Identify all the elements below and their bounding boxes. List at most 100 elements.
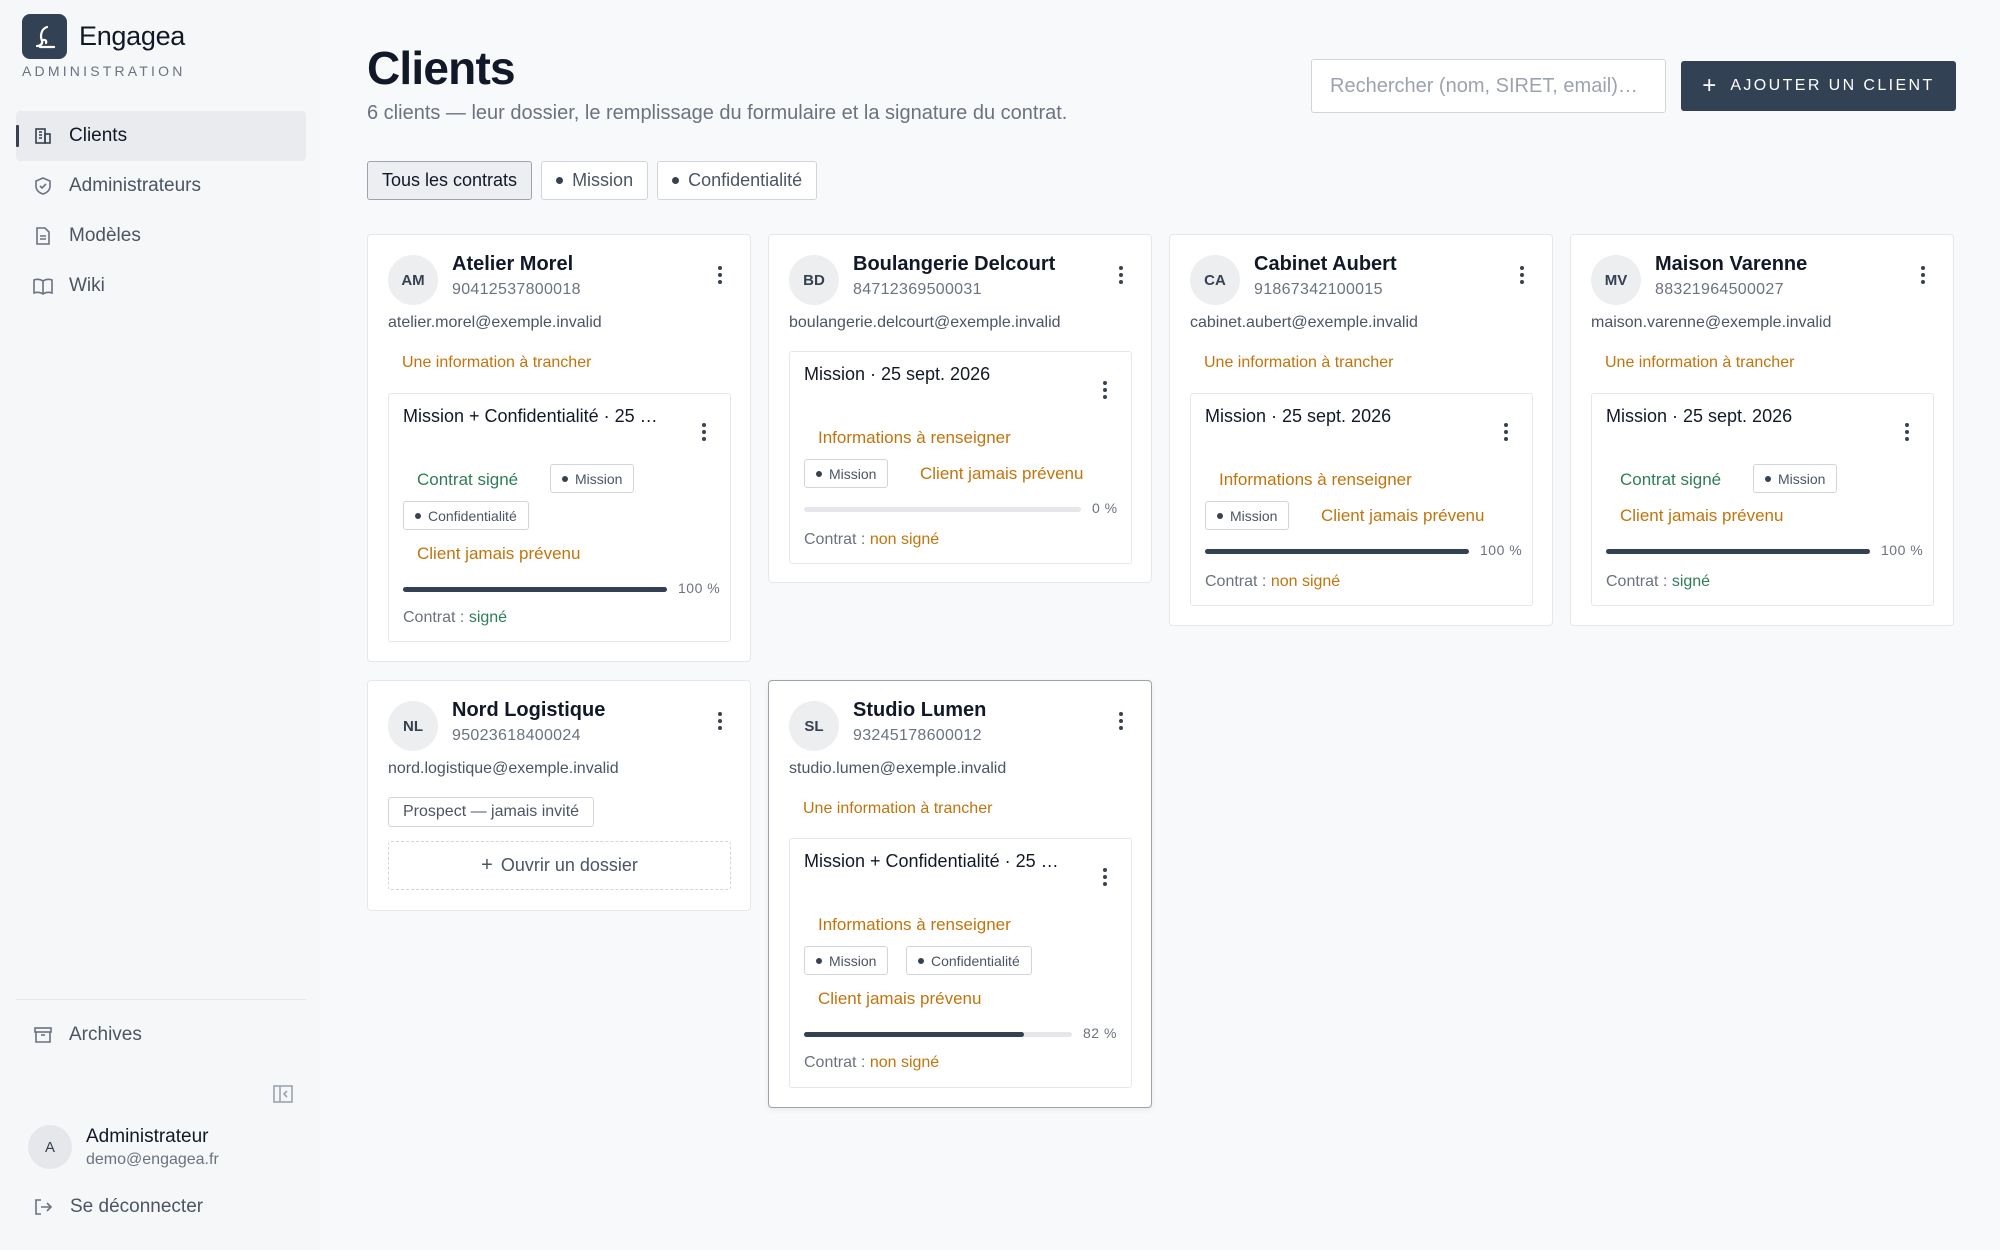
filter-label: Tous les contrats [382,170,518,190]
client-siret: 88321964500027 [1655,281,1784,298]
book-icon [32,275,54,297]
open-folder-label: Ouvrir un dossier [500,855,638,875]
dot-icon [918,957,924,964]
progress-percent: 0 % [1092,500,1118,516]
folder-card[interactable]: Mission · 25 sept. 2026 Informations à r… [789,351,1132,564]
app-name: Engagea [79,21,186,51]
more-options-icon[interactable] [1913,263,1933,287]
logout-button[interactable]: Se déconnecter [32,1196,203,1218]
client-card[interactable]: MV Maison Varenne 88321964500027 maison.… [1570,234,1954,626]
building-icon [32,125,54,147]
decision-alert[interactable]: Une information à trancher [803,800,992,818]
contract-tag: Mission [1753,464,1838,493]
brand[interactable]: Engagea [22,14,185,59]
notice-status[interactable]: Client jamais prévenu [1321,506,1484,526]
decision-alert[interactable]: Une information à trancher [1605,354,1794,372]
contract-tag: Confidentialité [403,501,529,530]
contract-state: signé [468,609,508,626]
sidebar-item-label: Modèles [69,225,141,246]
tag-label: Mission [829,952,877,969]
client-siret: 91867342100015 [1254,281,1383,298]
notice-status[interactable]: Client jamais prévenu [818,989,981,1009]
filter-all-contracts[interactable]: Tous les contrats [367,161,533,200]
more-options-icon[interactable] [1897,420,1917,444]
more-options-icon[interactable] [1496,420,1516,444]
app-subtitle: ADMINISTRATION [22,63,186,79]
sidebar-item-wiki[interactable]: Wiki [16,261,306,311]
client-card[interactable]: BD Boulangerie Delcourt 84712369500031 b… [768,234,1152,583]
client-siret: 84712369500031 [853,281,982,298]
more-options-icon[interactable] [1095,378,1115,402]
more-options-icon[interactable] [1095,865,1115,889]
contract-prefix: Contrat : [1606,573,1672,590]
more-options-icon[interactable] [710,263,730,287]
form-progress-bar [804,507,1081,512]
open-folder-button[interactable]: + Ouvrir un dossier [388,841,731,890]
client-avatar: NL [388,701,438,751]
user-name: Administrateur [86,1125,209,1147]
more-options-icon[interactable] [1111,263,1131,287]
notice-status[interactable]: Client jamais prévenu [417,544,580,564]
folder-card[interactable]: Mission · 25 sept. 2026 Contrat signé Mi… [1591,393,1934,606]
sidebar-item-label: Clients [69,125,128,146]
client-card[interactable]: NL Nord Logistique 95023618400024 nord.l… [367,680,751,911]
more-options-icon[interactable] [694,420,714,444]
folder-title: Mission + Confidentialité · 25 sept. 202… [403,406,663,426]
contract-prefix: Contrat : [403,609,469,626]
folder-card[interactable]: Mission + Confidentialité · 25 sept. 202… [789,838,1132,1088]
client-email: boulangerie.delcourt@exemple.invalid [789,314,1061,331]
dot-icon [816,957,822,964]
collapse-sidebar-icon[interactable] [272,1083,294,1110]
progress-percent: 100 % [1480,542,1523,558]
sidebar-item-label: Wiki [69,275,105,296]
client-card[interactable]: AM Atelier Morel 90412537800018 atelier.… [367,234,751,662]
form-status: Contrat signé [417,470,519,489]
contract-status: Contrat : signé [403,609,507,627]
progress-fill [1205,549,1469,554]
sidebar: Engagea ADMINISTRATION Clients Administr… [0,0,320,1250]
add-client-button[interactable]: + AJOUTER UN CLIENT [1681,61,1956,111]
contract-tag: Mission [550,464,635,493]
sidebar-item-administrateurs[interactable]: Administrateurs [16,161,306,211]
user-email: demo@engagea.fr [86,1150,219,1168]
contract-status: Contrat : non signé [804,1054,939,1072]
contract-tag: Mission [1205,501,1290,530]
client-email: studio.lumen@exemple.invalid [789,760,1007,777]
tag-label: Mission [575,470,623,487]
client-email: maison.varenne@exemple.invalid [1591,314,1832,331]
notice-status[interactable]: Client jamais prévenu [920,464,1083,484]
dot-icon [816,470,822,477]
contract-status: Contrat : signé [1606,573,1710,591]
client-card[interactable]: SL Studio Lumen 93245178600012 studio.lu… [768,680,1152,1108]
sidebar-item-archives[interactable]: Archives [16,1010,306,1060]
search-input[interactable] [1311,59,1666,113]
filter-mission[interactable]: Mission [541,161,649,200]
folder-title: Mission + Confidentialité · 25 sept. 202… [804,851,1064,871]
decision-alert[interactable]: Une information à trancher [402,354,591,372]
user-profile[interactable]: A Administrateur demo@engagea.fr [28,1125,219,1169]
client-siret: 95023618400024 [452,727,581,744]
document-icon [32,225,54,247]
contract-state: non signé [869,1054,940,1071]
folder-card[interactable]: Mission · 25 sept. 2026 Informations à r… [1190,393,1533,606]
progress-percent: 100 % [678,580,721,596]
tag-label: Mission [829,465,877,482]
contract-state: non signé [1270,573,1341,590]
notice-status[interactable]: Client jamais prévenu [1620,506,1783,526]
decision-alert[interactable]: Une information à trancher [1204,354,1393,372]
contract-filters: Tous les contrats Mission Confidentialit… [367,161,826,200]
form-progress-bar [1606,549,1870,554]
avatar: A [28,1125,72,1169]
sidebar-item-clients[interactable]: Clients [16,111,306,161]
more-options-icon[interactable] [1111,709,1131,733]
more-options-icon[interactable] [710,709,730,733]
progress-fill [1606,549,1870,554]
filter-confidentialite[interactable]: Confidentialité [657,161,818,200]
sidebar-item-label: Archives [69,1024,142,1045]
more-options-icon[interactable] [1512,263,1532,287]
folder-title: Mission · 25 sept. 2026 [1205,406,1392,426]
client-siret: 93245178600012 [853,727,982,744]
folder-card[interactable]: Mission + Confidentialité · 25 sept. 202… [388,393,731,642]
client-card[interactable]: CA Cabinet Aubert 91867342100015 cabinet… [1169,234,1553,626]
sidebar-item-modeles[interactable]: Modèles [16,211,306,261]
